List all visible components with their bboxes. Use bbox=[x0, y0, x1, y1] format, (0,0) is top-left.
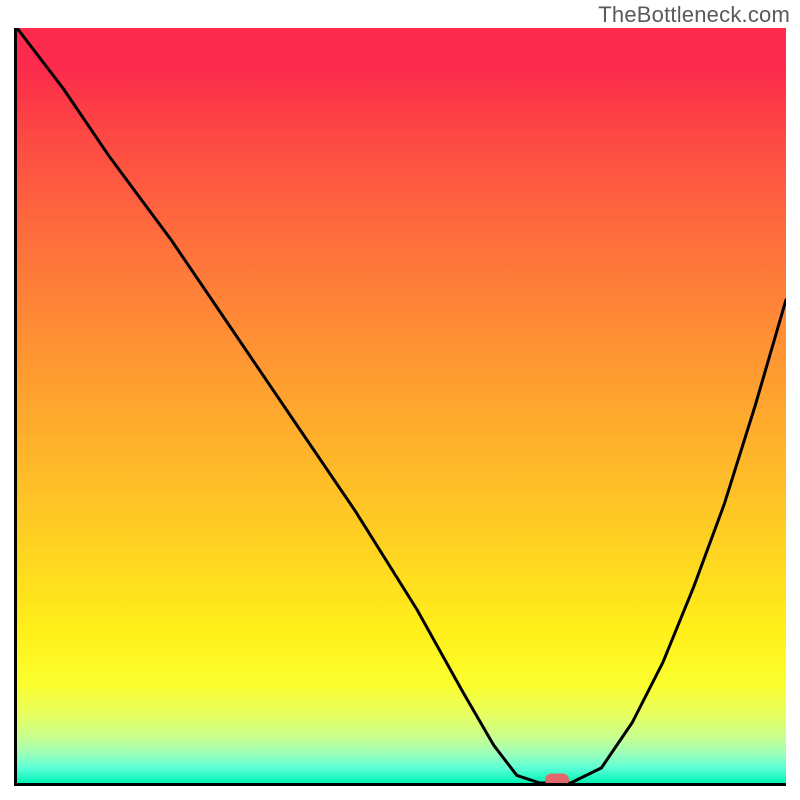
plot-area bbox=[14, 28, 786, 786]
chart-container: TheBottleneck.com bbox=[0, 0, 800, 800]
bottleneck-curve bbox=[17, 28, 786, 783]
optimal-point-marker bbox=[545, 774, 569, 787]
watermark-text: TheBottleneck.com bbox=[598, 2, 790, 28]
